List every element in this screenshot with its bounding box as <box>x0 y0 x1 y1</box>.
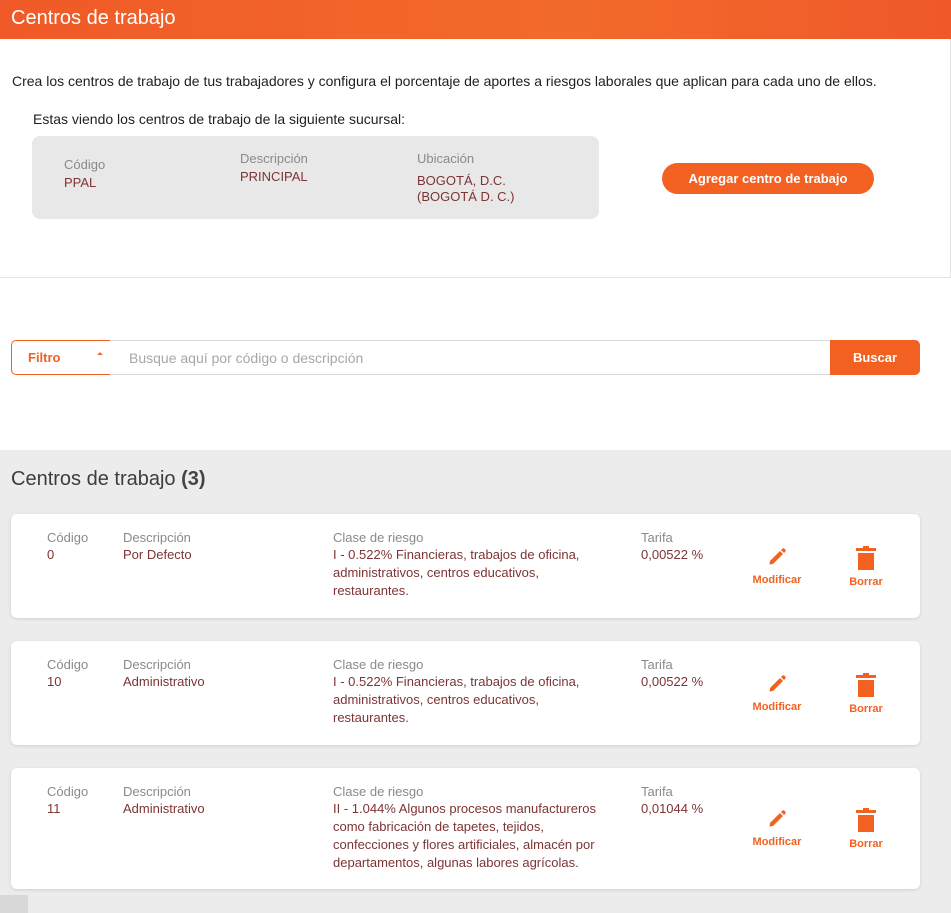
trash-icon <box>856 808 876 832</box>
search-bar: Filtro Buscar <box>11 340 920 375</box>
codigo-value: 10 <box>47 674 62 689</box>
clase-line: restaurantes. <box>333 710 409 725</box>
descripcion-value: Administrativo <box>123 801 205 816</box>
branch-ubicacion-line1: BOGOTÁ, D.C. <box>417 173 506 188</box>
branch-descripcion-value: PRINCIPAL <box>240 169 308 184</box>
modify-label: Modificar <box>752 701 802 713</box>
descripcion-value: Por Defecto <box>123 547 192 562</box>
trash-icon <box>856 673 876 697</box>
branch-ubicacion-label: Ubicación <box>417 151 475 166</box>
delete-label: Borrar <box>849 703 883 715</box>
caret-icon <box>97 352 103 358</box>
codigo-label: Código <box>47 657 89 672</box>
clase-line: administrativos, centros educativos, <box>333 565 539 580</box>
clase-value: II - 1.044% Algunos procesos manufacture… <box>333 800 633 872</box>
codigo-label: Código <box>47 530 89 545</box>
descripcion-label: Descripción <box>123 530 191 545</box>
modify-label: Modificar <box>752 574 802 586</box>
descripcion-value: Administrativo <box>123 674 205 689</box>
clase-label: Clase de riesgo <box>333 530 424 545</box>
clase-line: restaurantes. <box>333 583 409 598</box>
workcenter-card: Código 0 Descripción Por Defecto Clase d… <box>11 514 920 618</box>
search-input[interactable] <box>110 340 831 375</box>
tarifa-label: Tarifa <box>641 530 673 545</box>
workcenter-card: Código 11 Descripción Administrativo Cla… <box>11 768 920 889</box>
descripcion-label: Descripción <box>123 784 191 799</box>
modify-button[interactable]: Modificar <box>747 808 807 848</box>
page-title: Centros de trabajo <box>11 7 176 29</box>
clase-value: I - 0.522% Financieras, trabajos de ofic… <box>333 546 628 600</box>
workcenter-list: Centros de trabajo (3) Código 0 Descripc… <box>0 450 951 913</box>
branch-panel: Crea los centros de trabajo de tus traba… <box>0 39 951 278</box>
clase-label: Clase de riesgo <box>333 657 424 672</box>
clase-label: Clase de riesgo <box>333 784 424 799</box>
pencil-icon <box>769 675 786 692</box>
delete-button[interactable]: Borrar <box>836 673 896 715</box>
filter-label: Filtro <box>28 350 61 365</box>
branch-codigo-value: PPAL <box>64 175 97 190</box>
delete-button[interactable]: Borrar <box>836 546 896 588</box>
list-title-text: Centros de trabajo <box>11 468 176 490</box>
trash-icon <box>856 546 876 570</box>
delete-label: Borrar <box>849 838 883 850</box>
clase-line: I - 0.522% Financieras, trabajos de ofic… <box>333 674 580 689</box>
list-count: (3) <box>181 468 206 490</box>
workcenter-card: Código 10 Descripción Administrativo Cla… <box>11 641 920 745</box>
scroll-segment <box>0 895 28 913</box>
modify-label: Modificar <box>752 836 802 848</box>
clase-line: II - 1.044% Algunos procesos manufacture… <box>333 801 597 816</box>
delete-label: Borrar <box>849 576 883 588</box>
clase-line: como fabricación de tapetes, tejidos, <box>333 819 545 834</box>
pencil-icon <box>769 548 786 565</box>
search-button[interactable]: Buscar <box>830 340 920 375</box>
branch-descripcion-label: Descripción <box>240 151 308 166</box>
modify-button[interactable]: Modificar <box>747 546 807 586</box>
descripcion-label: Descripción <box>123 657 191 672</box>
branch-viewing-text: Estas viendo los centros de trabajo de l… <box>33 111 405 127</box>
codigo-label: Código <box>47 784 89 799</box>
clase-line: I - 0.522% Financieras, trabajos de ofic… <box>333 547 580 562</box>
tarifa-value: 0,01044 % <box>641 801 704 816</box>
tarifa-label: Tarifa <box>641 657 673 672</box>
branch-info-box: Código PPAL Descripción PRINCIPAL Ubicac… <box>32 136 599 219</box>
page-header: Centros de trabajo <box>0 0 951 39</box>
codigo-value: 0 <box>47 547 55 562</box>
tarifa-value: 0,00522 % <box>641 547 704 562</box>
delete-button[interactable]: Borrar <box>836 808 896 850</box>
modify-button[interactable]: Modificar <box>747 673 807 713</box>
pencil-icon <box>769 810 786 827</box>
tarifa-label: Tarifa <box>641 784 673 799</box>
clase-value: I - 0.522% Financieras, trabajos de ofic… <box>333 673 628 727</box>
clase-line: administrativos, centros educativos, <box>333 692 539 707</box>
branch-ubicacion-line2: (BOGOTÁ D. C.) <box>417 189 515 204</box>
codigo-value: 11 <box>47 801 61 816</box>
bottom-scroll-strip <box>0 895 951 913</box>
branch-codigo-label: Código <box>64 157 106 172</box>
tarifa-value: 0,00522 % <box>641 674 704 689</box>
clase-line: confecciones y flores artificiales, alma… <box>333 837 595 852</box>
add-workcenter-button[interactable]: Agregar centro de trabajo <box>662 163 874 194</box>
filter-dropdown[interactable]: Filtro <box>11 340 111 375</box>
intro-text: Crea los centros de trabajo de tus traba… <box>12 73 877 89</box>
list-title: Centros de trabajo (3) <box>11 468 206 491</box>
clase-line: departamentos, algunas labores agrícolas… <box>333 855 579 870</box>
